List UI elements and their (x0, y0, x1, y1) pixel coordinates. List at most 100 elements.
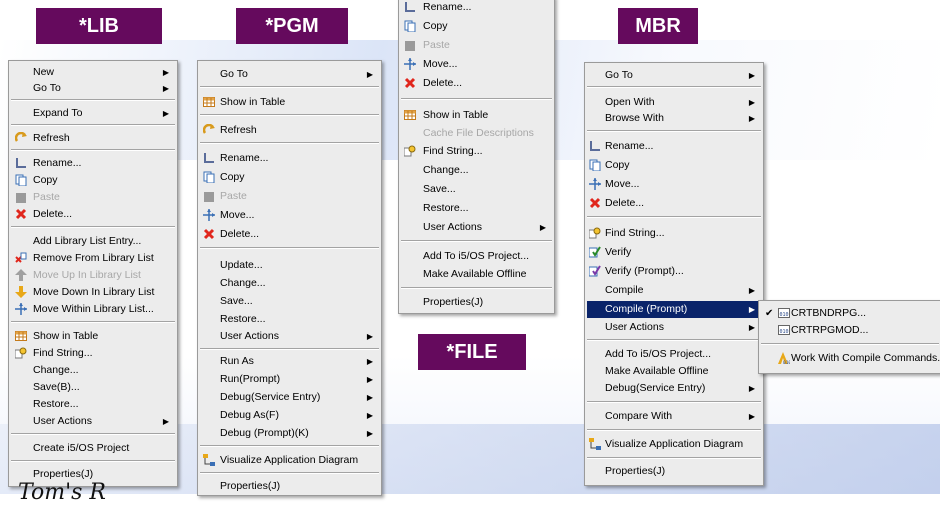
menu-item-add-library-list-entry[interactable]: Add Library List Entry... (11, 233, 175, 250)
menu-item-save[interactable]: Save... (200, 293, 379, 310)
menu-item-restore[interactable]: Restore... (11, 396, 175, 413)
menu-item-go-to[interactable]: Go To ▶ (200, 66, 379, 83)
menu-item-change[interactable]: Change... (401, 162, 552, 179)
submenu-arrow-icon: ▶ (366, 411, 373, 420)
compile-commands-icon: 010 (778, 352, 790, 364)
menu-item-restore[interactable]: Restore... (200, 311, 379, 328)
menu-item-refresh[interactable]: Refresh (200, 122, 379, 139)
menu-item-find-string[interactable]: Find String... (587, 225, 761, 242)
menu-item-find-string[interactable]: Find String... (11, 345, 175, 362)
menu-item-remove-from-library-list[interactable]: Remove From Library List (11, 250, 175, 267)
menu-item-copy[interactable]: Copy (11, 172, 175, 189)
menu-item-show-in-table[interactable]: Show in Table (200, 94, 379, 111)
menu-separator (587, 86, 761, 88)
menu-item-paste[interactable]: Paste (200, 188, 379, 205)
menu-item-crtbndrpg[interactable]: ✔ 010 CRTBNDRPG... (761, 305, 939, 322)
menu-item-delete[interactable]: Delete... (200, 226, 379, 243)
menu-item-debug-prompt[interactable]: Debug (Prompt)(K) ▶ (200, 425, 379, 442)
submenu-arrow-icon: ▶ (748, 286, 755, 295)
menu-item-properties[interactable]: Properties(J) (587, 463, 761, 480)
menu-item-move-down-library-list[interactable]: Move Down In Library List (11, 284, 175, 301)
submenu-arrow-icon: ▶ (366, 375, 373, 384)
delete-icon (15, 208, 27, 220)
menu-item-visualize-diagram[interactable]: Visualize Application Diagram (200, 452, 379, 469)
delete-icon (589, 197, 601, 209)
menu-item-copy[interactable]: Copy (587, 157, 761, 174)
menu-item-crtrpgmod[interactable]: 010 CRTRPGMOD... (761, 322, 939, 339)
menu-item-run-as[interactable]: Run As ▶ (200, 353, 379, 370)
file-tag: *FILE (418, 334, 526, 370)
menu-item-paste[interactable]: Paste (401, 37, 552, 54)
menu-item-debug-as[interactable]: Debug As(F) ▶ (200, 407, 379, 424)
menu-item-rename[interactable]: Rename... (200, 150, 379, 167)
menu-separator (200, 142, 379, 144)
mbr-context-menu: Go To ▶ Open With ▶ Browse With ▶ Rename...… (584, 62, 764, 486)
menu-item-show-in-table[interactable]: Show in Table (11, 328, 175, 345)
menu-item-rename[interactable]: Rename... (11, 155, 175, 172)
menu-item-work-with-compile-commands[interactable]: 010 Work With Compile Commands... (761, 350, 940, 367)
menu-item-make-available-offline[interactable]: Make Available Offline (587, 363, 761, 380)
menu-item-copy[interactable]: Copy (401, 18, 552, 35)
menu-item-delete[interactable]: Delete... (11, 206, 175, 223)
menu-item-move[interactable]: Move... (401, 56, 552, 73)
menu-separator (11, 460, 175, 462)
menu-item-user-actions[interactable]: User Actions ▶ (401, 219, 552, 236)
menu-separator (401, 240, 552, 242)
menu-item-run-prompt[interactable]: Run(Prompt) ▶ (200, 371, 379, 388)
menu-item-copy[interactable]: Copy (200, 169, 379, 186)
menu-item-new[interactable]: New ▶ (11, 64, 175, 81)
menu-item-properties[interactable]: Properties(J) (200, 478, 379, 495)
command-icon: 010 (778, 307, 790, 319)
rename-icon (15, 157, 27, 169)
menu-item-cache-file-descriptions[interactable]: Cache File Descriptions (401, 125, 552, 142)
menu-separator (401, 287, 552, 289)
menu-item-save[interactable]: Save(B)... (11, 379, 175, 396)
menu-item-move[interactable]: Move... (200, 207, 379, 224)
menu-item-show-in-table[interactable]: Show in Table (401, 107, 552, 124)
menu-item-find-string[interactable]: Find String... (401, 143, 552, 160)
move-icon (404, 58, 416, 70)
menu-item-rename[interactable]: Rename... (401, 0, 552, 16)
menu-item-expand-to[interactable]: Expand To ▶ (11, 105, 175, 122)
menu-separator (200, 348, 379, 350)
menu-item-rename[interactable]: Rename... (587, 138, 761, 155)
menu-item-verify-prompt[interactable]: Verify (Prompt)... (587, 263, 761, 280)
menu-item-save[interactable]: Save... (401, 181, 552, 198)
menu-item-open-with[interactable]: Open With ▶ (587, 94, 761, 111)
delete-icon (404, 77, 416, 89)
menu-item-delete[interactable]: Delete... (401, 75, 552, 92)
menu-item-paste[interactable]: Paste (11, 189, 175, 206)
menu-item-move-up-library-list[interactable]: Move Up In Library List (11, 267, 175, 284)
menu-item-add-to-project[interactable]: Add To i5/OS Project... (587, 346, 761, 363)
menu-item-move[interactable]: Move... (587, 176, 761, 193)
menu-item-compile[interactable]: Compile ▶ (587, 282, 761, 299)
menu-item-refresh[interactable]: Refresh (11, 130, 175, 147)
menu-separator (587, 216, 761, 218)
menu-item-debug-service-entry[interactable]: Debug(Service Entry) ▶ (200, 389, 379, 406)
signature: Tom's R (18, 480, 106, 505)
menu-item-visualize-diagram[interactable]: Visualize Application Diagram (587, 436, 761, 453)
menu-item-add-to-project[interactable]: Add To i5/OS Project... (401, 248, 552, 265)
menu-item-change[interactable]: Change... (200, 275, 379, 292)
menu-item-delete[interactable]: Delete... (587, 195, 761, 212)
menu-item-verify[interactable]: Verify (587, 244, 761, 261)
menu-item-go-to[interactable]: Go To ▶ (11, 80, 175, 97)
file-context-menu: Rename... Copy Paste Move... Delete... S… (398, 0, 555, 314)
menu-item-create-project[interactable]: Create i5/OS Project (11, 440, 175, 457)
menu-item-user-actions[interactable]: User Actions ▶ (587, 319, 761, 336)
menu-item-make-available-offline[interactable]: Make Available Offline (401, 266, 552, 283)
menu-item-update[interactable]: Update... (200, 257, 379, 274)
menu-item-move-within-library-list[interactable]: Move Within Library List... (11, 301, 175, 318)
menu-item-user-actions[interactable]: User Actions ▶ (200, 328, 379, 345)
menu-item-debug-service-entry[interactable]: Debug(Service Entry) ▶ (587, 380, 761, 397)
menu-item-browse-with[interactable]: Browse With ▶ (587, 110, 761, 127)
menu-item-properties[interactable]: Properties(J) (401, 294, 552, 311)
menu-item-go-to[interactable]: Go To ▶ (587, 67, 761, 84)
menu-item-user-actions[interactable]: User Actions ▶ (11, 413, 175, 430)
submenu-arrow-icon: ▶ (539, 223, 546, 232)
submenu-arrow-icon: ▶ (162, 68, 169, 77)
menu-item-compare-with[interactable]: Compare With ▶ (587, 408, 761, 425)
menu-item-restore[interactable]: Restore... (401, 200, 552, 217)
menu-item-compile-prompt[interactable]: Compile (Prompt) ▶ (587, 301, 761, 318)
menu-item-change[interactable]: Change... (11, 362, 175, 379)
